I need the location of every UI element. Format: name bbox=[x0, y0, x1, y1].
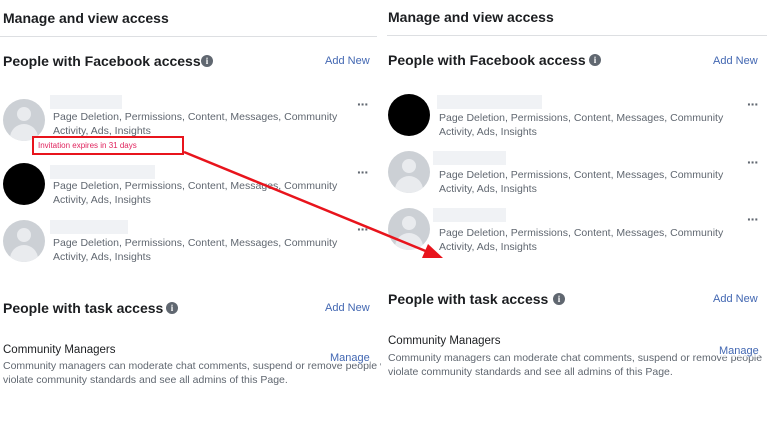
task-access-title: People with task access bbox=[388, 291, 549, 307]
more-options-icon[interactable]: ··· bbox=[357, 221, 369, 237]
divider bbox=[0, 36, 377, 37]
facebook-access-title: People with Facebook access bbox=[388, 52, 586, 68]
avatar bbox=[388, 208, 430, 250]
person-name-placeholder bbox=[50, 220, 128, 234]
role-description: Community managers can moderate chat com… bbox=[388, 352, 763, 364]
person-permissions: Page Deletion, Permissions, Content, Mes… bbox=[439, 227, 724, 253]
info-icon[interactable]: i bbox=[201, 55, 213, 67]
person-permissions: Page Deletion, Permissions, Content, Mes… bbox=[53, 180, 338, 206]
add-new-button[interactable]: Add New bbox=[325, 302, 370, 314]
avatar bbox=[3, 99, 45, 141]
avatar bbox=[388, 151, 430, 193]
manage-button[interactable]: Manage bbox=[719, 345, 759, 357]
role-description: violate community standards and see all … bbox=[3, 374, 288, 386]
person-name-placeholder bbox=[50, 165, 155, 179]
facebook-access-title: People with Facebook access bbox=[3, 53, 201, 69]
role-description: Community managers can moderate chat com… bbox=[3, 360, 381, 372]
avatar bbox=[388, 94, 430, 136]
left-panel: Manage and view access People with Faceb… bbox=[0, 0, 381, 422]
person-permissions: Page Deletion, Permissions, Content, Mes… bbox=[439, 169, 724, 195]
avatar bbox=[3, 220, 45, 262]
role-description: violate community standards and see all … bbox=[388, 366, 673, 378]
add-new-button[interactable]: Add New bbox=[713, 55, 758, 67]
page-heading: Manage and view access bbox=[388, 9, 554, 25]
person-name-placeholder bbox=[433, 151, 506, 165]
person-name-placeholder bbox=[433, 208, 506, 222]
person-permissions: Page Deletion, Permissions, Content, Mes… bbox=[53, 111, 338, 137]
info-icon[interactable]: i bbox=[589, 54, 601, 66]
divider bbox=[387, 35, 767, 36]
more-options-icon[interactable]: ··· bbox=[357, 164, 369, 180]
add-new-button[interactable]: Add New bbox=[325, 55, 370, 67]
person-name-placeholder bbox=[50, 95, 122, 109]
person-permissions: Page Deletion, Permissions, Content, Mes… bbox=[439, 112, 724, 138]
more-options-icon[interactable]: ··· bbox=[747, 211, 759, 227]
avatar bbox=[3, 163, 45, 205]
right-panel: Manage and view access People with Faceb… bbox=[384, 0, 773, 422]
person-name-placeholder bbox=[437, 95, 542, 109]
info-icon[interactable]: i bbox=[553, 293, 565, 305]
task-access-title: People with task access bbox=[3, 300, 164, 316]
role-title: Community Managers bbox=[3, 344, 116, 356]
role-title: Community Managers bbox=[388, 335, 501, 347]
more-options-icon[interactable]: ··· bbox=[747, 96, 759, 112]
manage-button[interactable]: Manage bbox=[330, 352, 370, 364]
page-heading: Manage and view access bbox=[3, 10, 169, 26]
person-permissions: Page Deletion, Permissions, Content, Mes… bbox=[53, 237, 338, 263]
info-icon[interactable]: i bbox=[166, 302, 178, 314]
add-new-button[interactable]: Add New bbox=[713, 293, 758, 305]
more-options-icon[interactable]: ··· bbox=[357, 96, 369, 112]
highlight-box bbox=[32, 136, 184, 155]
more-options-icon[interactable]: ··· bbox=[747, 154, 759, 170]
